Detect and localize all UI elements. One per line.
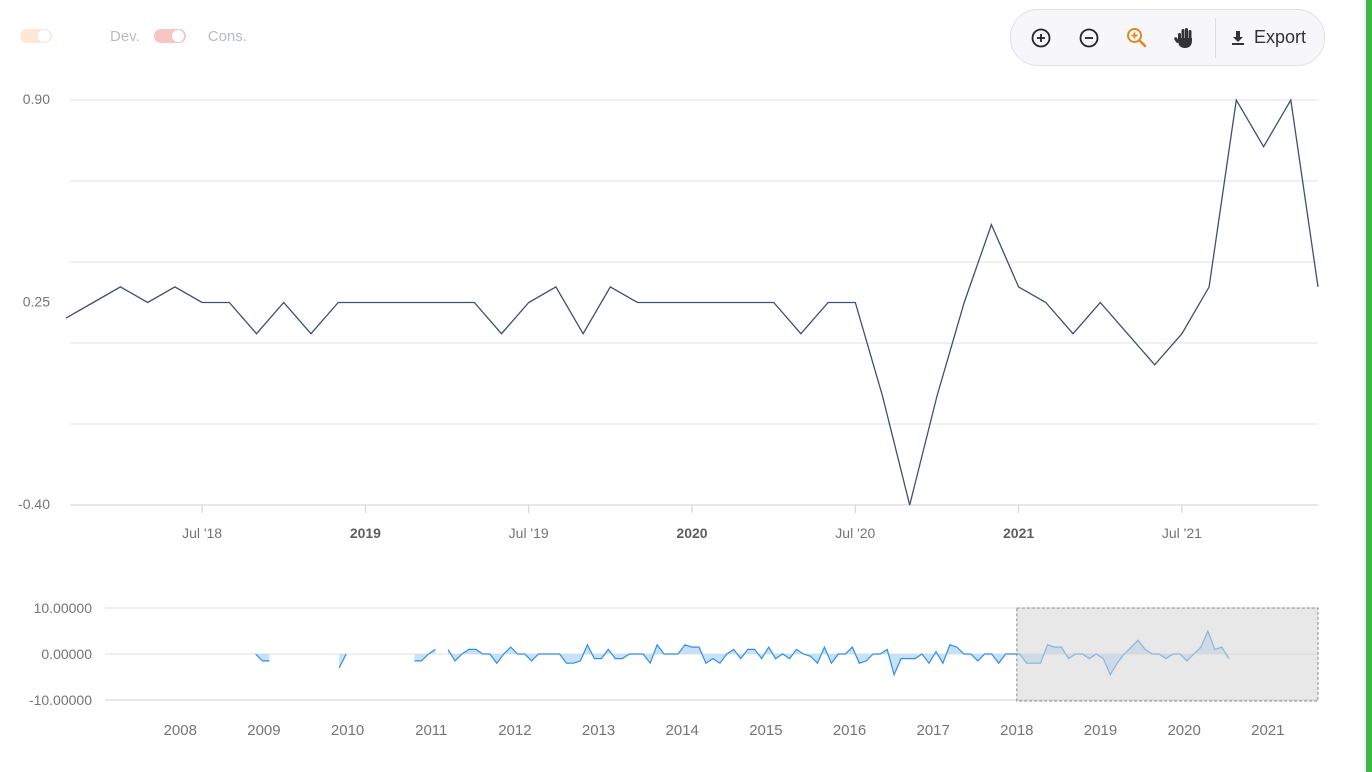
nav-series-line: [414, 648, 436, 662]
x-tick-label: Jul '19: [509, 525, 549, 541]
nav-series-line: [447, 629, 1230, 677]
nav-series-area: [255, 654, 270, 661]
series-line: [65, 98, 1319, 506]
nav-series-line: [255, 653, 270, 662]
nav-x-tick-label: 2019: [1084, 722, 1117, 739]
nav-x-tick-label: 2015: [749, 722, 782, 739]
nav-x-tick-label: 2010: [331, 722, 364, 739]
x-tick-label: Jul '18: [182, 525, 222, 541]
main-chart[interactable]: 0.90 0.25 -0.40 Jul '18 2019 Jul '19 2020 Jul '…: [0, 0, 1372, 560]
y-tick-label: -0.40: [18, 496, 50, 512]
nav-x-tick-label: 2008: [164, 722, 197, 739]
nav-x-tick-label: 2017: [916, 722, 949, 739]
chart-root: Dev. Cons. Export 0.90 0.25 -0.40 Jul '1…: [0, 0, 1372, 772]
nav-x-tick-label: 2018: [1000, 722, 1033, 739]
nav-x-tick-label: 2014: [666, 722, 699, 739]
x-tick-label: 2019: [350, 525, 381, 541]
nav-series-area: [339, 654, 347, 668]
window-edge-bar: [1366, 0, 1372, 772]
nav-x-tick-label: 2009: [247, 722, 280, 739]
nav-x-tick-label: 2020: [1167, 722, 1200, 739]
nav-x-tick-label: 2016: [833, 722, 866, 739]
nav-selection-window: [1016, 607, 1319, 702]
x-tick-label: Jul '21: [1162, 525, 1202, 541]
x-tick-label: 2021: [1003, 525, 1034, 541]
y-tick-label: 0.25: [23, 294, 50, 310]
nav-x-tick-label: 2013: [582, 722, 615, 739]
y-tick-label: 0.90: [23, 91, 50, 107]
nav-series-line: [338, 653, 347, 669]
nav-x-tick-label: 2011: [415, 722, 447, 739]
nav-series-area: [448, 631, 1229, 675]
nav-x-tick-label: 2021: [1251, 722, 1284, 739]
x-tick-label: 2020: [676, 525, 707, 541]
nav-y-tick-label: 0.00000: [41, 646, 92, 662]
nav-y-tick-label: 10.00000: [34, 600, 93, 616]
x-tick-label: Jul '20: [835, 525, 875, 541]
nav-y-tick-label: -10.00000: [29, 692, 92, 708]
nav-series-area: [414, 649, 436, 661]
nav-x-tick-label: 2012: [498, 722, 531, 739]
